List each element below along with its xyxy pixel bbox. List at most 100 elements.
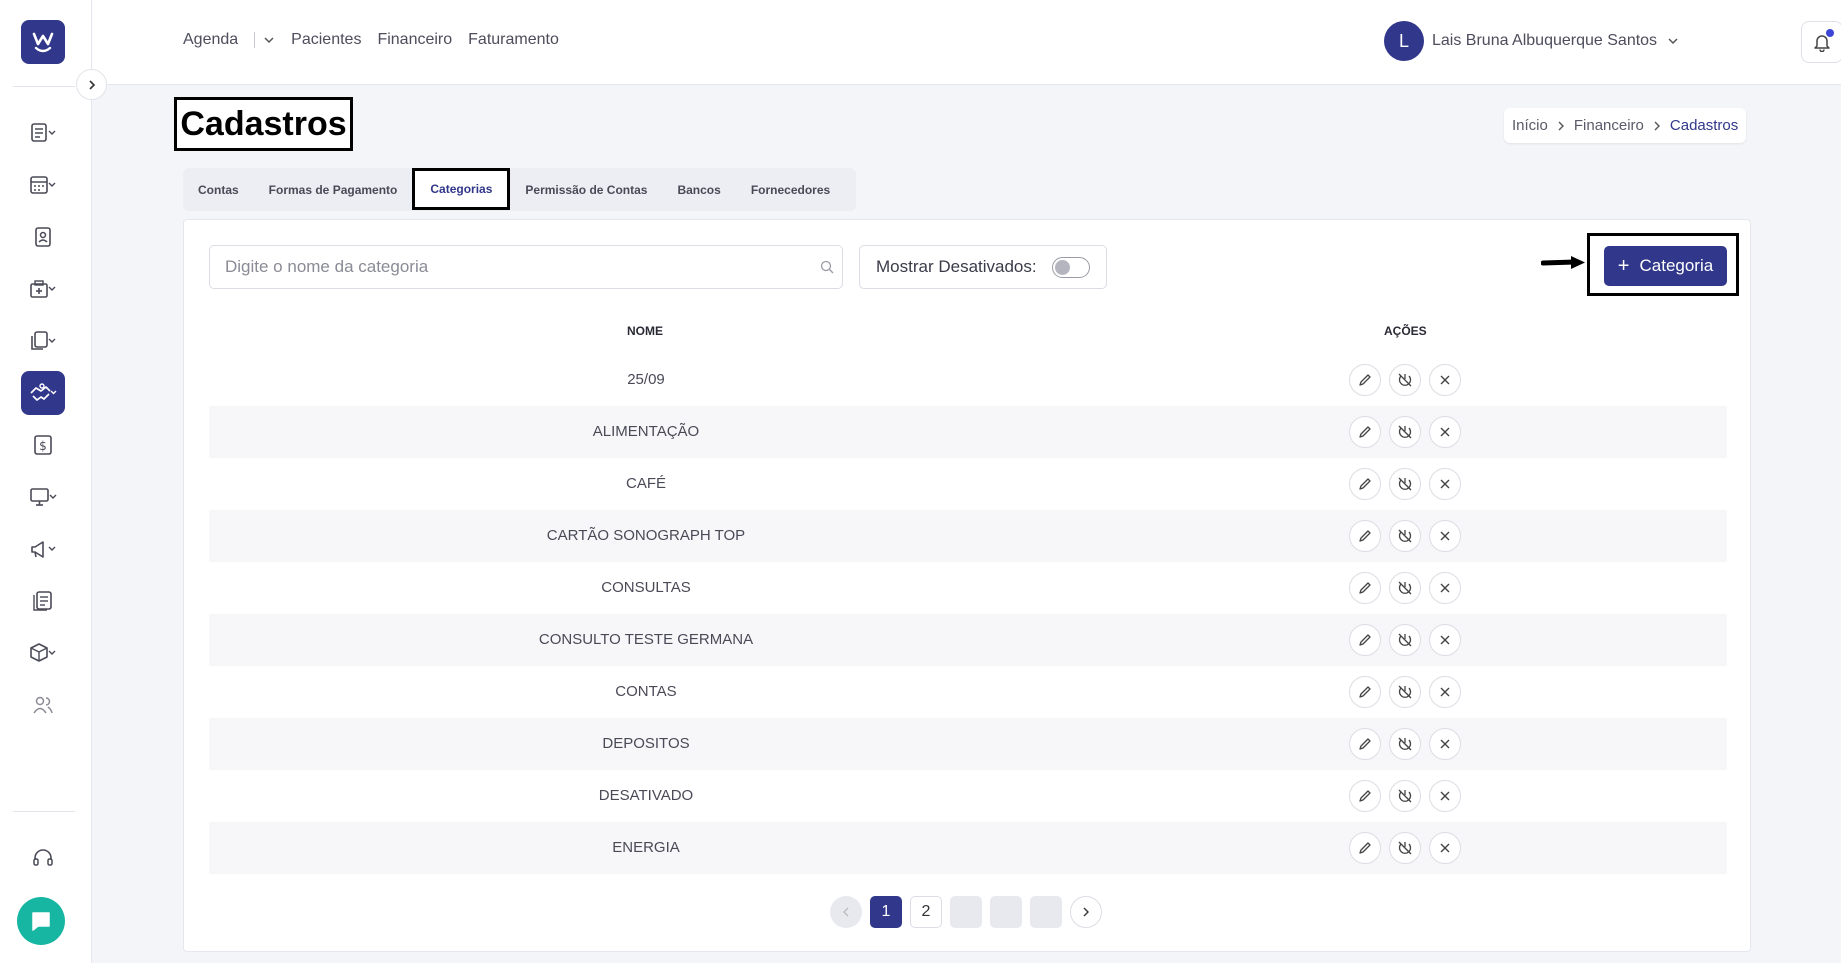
- headset-icon: [33, 849, 53, 866]
- delete-button[interactable]: [1429, 572, 1461, 604]
- edit-button[interactable]: [1349, 416, 1381, 448]
- power-off-icon: [1397, 476, 1413, 492]
- nav-pacientes[interactable]: Pacientes: [291, 31, 361, 49]
- delete-button[interactable]: [1429, 468, 1461, 500]
- chat-button[interactable]: [17, 897, 65, 945]
- breadcrumb-item-inicio[interactable]: Início: [1512, 117, 1548, 134]
- nav-financeiro[interactable]: Financeiro: [377, 31, 452, 49]
- edit-button[interactable]: [1349, 624, 1381, 656]
- row-actions: [1349, 520, 1469, 552]
- category-name: ENERGIA: [612, 839, 680, 856]
- pencil-icon: [1358, 685, 1372, 699]
- edit-button[interactable]: [1349, 780, 1381, 812]
- disable-button[interactable]: [1389, 676, 1421, 708]
- tab-fornecedores[interactable]: Fornecedores: [736, 168, 845, 211]
- avatar: L: [1384, 21, 1424, 61]
- nav-agenda-dropdown[interactable]: [263, 34, 275, 46]
- notifications-button[interactable]: [1801, 21, 1841, 63]
- app-logo[interactable]: [21, 20, 65, 64]
- category-name: CONSULTAS: [601, 579, 691, 596]
- pagination-next-button[interactable]: [1070, 896, 1102, 928]
- disable-button[interactable]: [1389, 572, 1421, 604]
- disable-button[interactable]: [1389, 832, 1421, 864]
- breadcrumb-separator: [1556, 121, 1566, 131]
- sidebar-item-reports[interactable]: [21, 579, 65, 623]
- pagination-page-2[interactable]: 2: [910, 896, 942, 928]
- disable-button[interactable]: [1389, 364, 1421, 396]
- breadcrumb-item-cadastros: Cadastros: [1669, 117, 1739, 134]
- tab-contas[interactable]: Contas: [183, 168, 254, 211]
- sidebar-item-stock[interactable]: [21, 631, 65, 675]
- disable-button[interactable]: [1389, 728, 1421, 760]
- table-row: CARTÃO SONOGRAPH TOP: [209, 510, 1727, 562]
- nav-agenda[interactable]: Agenda: [183, 31, 238, 49]
- arrow-right-icon: [1541, 256, 1585, 269]
- tab-bancos[interactable]: Bancos: [662, 168, 735, 211]
- disable-button[interactable]: [1389, 416, 1421, 448]
- pencil-icon: [1358, 841, 1372, 855]
- sidebar-item-agenda[interactable]: [21, 111, 65, 155]
- category-name: CARTÃO SONOGRAPH TOP: [546, 527, 746, 544]
- disable-button[interactable]: [1389, 520, 1421, 552]
- sidebar-item-monitor[interactable]: [21, 475, 65, 519]
- edit-button[interactable]: [1349, 832, 1381, 864]
- table-row: DEPOSITOS: [209, 718, 1727, 770]
- users-icon: [33, 696, 53, 714]
- disable-button[interactable]: [1389, 468, 1421, 500]
- sidebar-item-support[interactable]: [21, 836, 65, 880]
- chevron-down-icon: [264, 37, 274, 44]
- breadcrumb-separator: [1652, 121, 1662, 131]
- category-name: DESATIVADO: [598, 787, 694, 804]
- tab-formas-de-pagamento[interactable]: Formas de Pagamento: [254, 168, 413, 211]
- delete-button[interactable]: [1429, 728, 1461, 760]
- clinic-icon: [30, 280, 56, 298]
- user-menu[interactable]: L Lais Bruna Albuquerque Santos: [1384, 21, 1679, 61]
- row-actions: [1349, 780, 1469, 812]
- add-category-button[interactable]: + Categoria: [1604, 246, 1727, 286]
- sidebar-item-patients[interactable]: [21, 215, 65, 259]
- delete-button[interactable]: [1429, 364, 1461, 396]
- delete-button[interactable]: [1429, 624, 1461, 656]
- delete-button[interactable]: [1429, 676, 1461, 708]
- sidebar-item-clinic[interactable]: [21, 267, 65, 311]
- edit-button[interactable]: [1349, 676, 1381, 708]
- breadcrumb-item-financeiro[interactable]: Financeiro: [1574, 117, 1644, 134]
- delete-button[interactable]: [1429, 520, 1461, 552]
- plus-icon: +: [1617, 255, 1630, 277]
- delete-button[interactable]: [1429, 780, 1461, 812]
- edit-button[interactable]: [1349, 468, 1381, 500]
- power-off-icon: [1397, 372, 1413, 388]
- edit-button[interactable]: [1349, 520, 1381, 552]
- pagination-page-1[interactable]: 1: [870, 896, 902, 928]
- sidebar-toggle-button[interactable]: [76, 69, 107, 100]
- show-disabled-toggle[interactable]: [1051, 256, 1090, 278]
- nav-faturamento[interactable]: Faturamento: [468, 31, 559, 49]
- edit-button[interactable]: [1349, 728, 1381, 760]
- sidebar-item-billing[interactable]: $: [21, 423, 65, 467]
- close-icon: [1439, 686, 1451, 698]
- pencil-icon: [1358, 477, 1372, 491]
- disable-button[interactable]: [1389, 780, 1421, 812]
- delete-button[interactable]: [1429, 416, 1461, 448]
- sidebar-item-marketing[interactable]: [21, 527, 65, 571]
- pagination-placeholder: [950, 896, 982, 928]
- user-menu-chevron: [1667, 35, 1679, 47]
- search-input[interactable]: [210, 246, 790, 288]
- tab-permissao-de-contas[interactable]: Permissão de Contas: [510, 168, 662, 211]
- sidebar-item-users[interactable]: [21, 683, 65, 727]
- sidebar-item-calendar[interactable]: [21, 163, 65, 207]
- box-icon: [30, 643, 56, 662]
- patient-card-icon: [35, 227, 51, 247]
- pagination-prev-button[interactable]: [830, 896, 862, 928]
- sidebar-item-documents[interactable]: [21, 319, 65, 363]
- delete-button[interactable]: [1429, 832, 1461, 864]
- sidebar-divider: [13, 86, 75, 87]
- power-off-icon: [1397, 580, 1413, 596]
- tab-categorias[interactable]: Categorias: [412, 167, 511, 210]
- disable-button[interactable]: [1389, 624, 1421, 656]
- notification-dot: [1826, 29, 1834, 37]
- chevron-left-icon: [843, 907, 849, 917]
- sidebar-item-finance[interactable]: [21, 371, 65, 415]
- edit-button[interactable]: [1349, 364, 1381, 396]
- edit-button[interactable]: [1349, 572, 1381, 604]
